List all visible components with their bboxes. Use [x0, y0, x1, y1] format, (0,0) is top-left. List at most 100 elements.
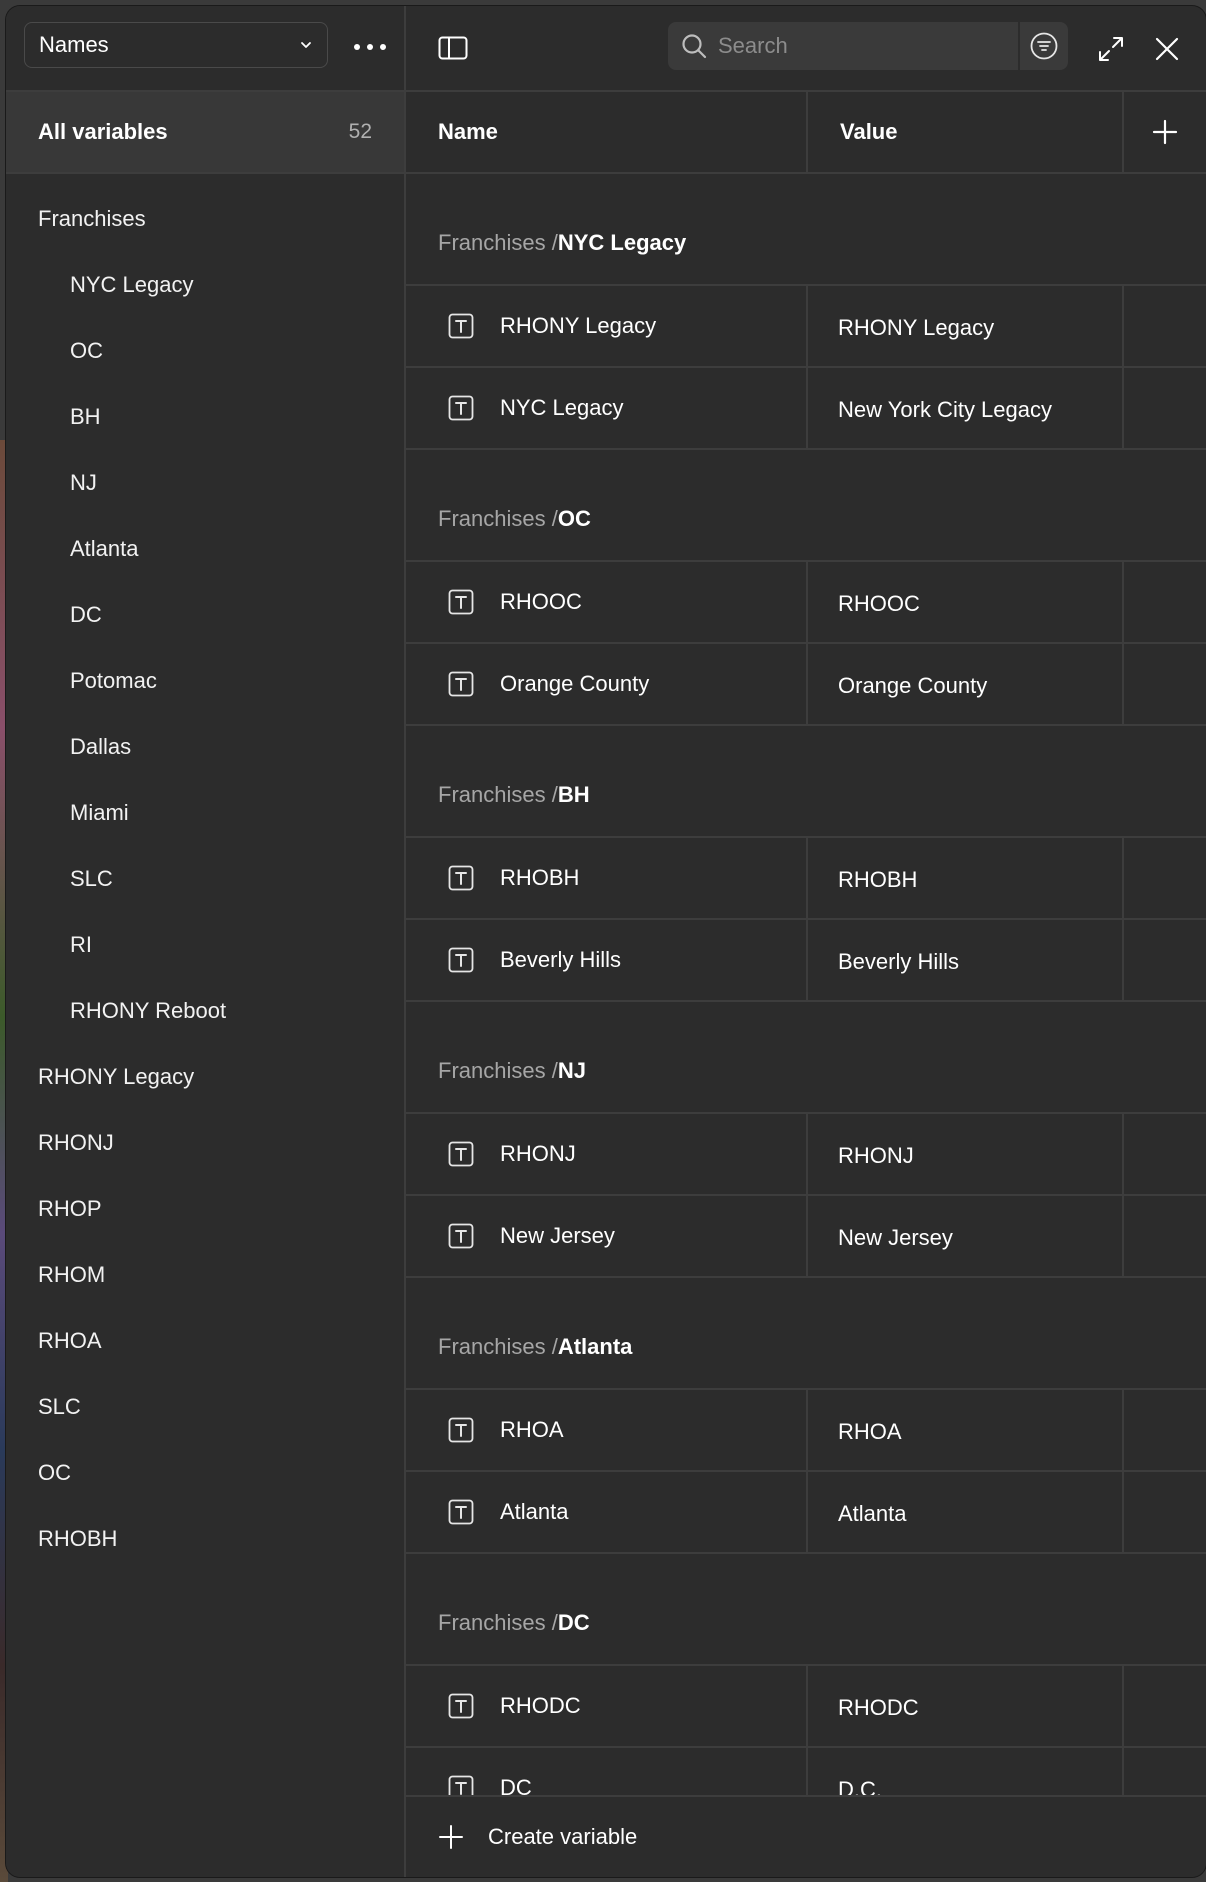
variable-row[interactable]: Atlanta Atlanta — [406, 1472, 1206, 1554]
variable-name: Orange County — [500, 671, 650, 696]
sidebar-group-label: Miami — [70, 800, 129, 825]
variable-name-cell[interactable]: RHONJ — [406, 1114, 808, 1194]
variable-name: New Jersey — [500, 1223, 615, 1248]
sidebar-group-item[interactable]: Atlanta — [6, 516, 404, 582]
variable-value-cell[interactable]: New Jersey — [808, 1196, 1124, 1276]
all-variables-item[interactable]: All variables 52 — [6, 92, 404, 174]
sidebar-header: Names — [6, 6, 404, 92]
sidebar-group-item[interactable]: RHOM — [6, 1242, 404, 1308]
sidebar-group-label: RI — [70, 932, 92, 957]
collection-select[interactable]: Names — [24, 22, 328, 68]
text-type-icon — [448, 947, 474, 973]
sidebar-group-item[interactable]: RHONJ — [6, 1110, 404, 1176]
group-path: Franchises / — [438, 1058, 558, 1083]
plus-icon — [439, 1825, 463, 1849]
variable-name: RHONJ — [500, 1141, 576, 1166]
variable-name-cell[interactable]: Beverly Hills — [406, 920, 808, 1000]
sidebar-group-item[interactable]: Franchises — [6, 186, 404, 252]
variable-value-cell[interactable]: RHODC — [808, 1666, 1124, 1746]
variable-name-cell[interactable]: Orange County — [406, 644, 808, 724]
group-path: Franchises / — [438, 782, 558, 807]
variable-value-cell[interactable]: Atlanta — [808, 1472, 1124, 1552]
variable-row[interactable]: RHODC RHODC — [406, 1666, 1206, 1748]
text-type-icon — [448, 313, 474, 339]
search-bar[interactable]: Search — [668, 22, 1068, 70]
sidebar-group-item[interactable]: RHOP — [6, 1176, 404, 1242]
sidebar-group-item[interactable]: RHONY Reboot — [6, 978, 404, 1044]
ellipsis-icon — [354, 44, 386, 50]
variable-value-cell[interactable]: RHOA — [808, 1390, 1124, 1470]
variable-row[interactable]: New Jersey New Jersey — [406, 1196, 1206, 1278]
sidebar-group-item[interactable]: RHOA — [6, 1308, 404, 1374]
variable-name-cell[interactable]: DC — [406, 1748, 808, 1800]
variable-value-cell[interactable]: RHOOC — [808, 562, 1124, 642]
sidebar-group-item[interactable]: RI — [6, 912, 404, 978]
variable-name-cell[interactable]: RHONY Legacy — [406, 286, 808, 366]
sidebar-group-item[interactable]: DC — [6, 582, 404, 648]
create-variable-button[interactable]: Create variable — [406, 1795, 1206, 1877]
sidebar-group-item[interactable]: OC — [6, 1440, 404, 1506]
filter-button[interactable] — [1020, 22, 1068, 70]
sidebar-group-label: Dallas — [70, 734, 132, 759]
variable-extra-cell — [1124, 1748, 1206, 1800]
sidebar-group-label: OC — [38, 1460, 71, 1485]
variable-row[interactable]: RHONJ RHONJ — [406, 1114, 1206, 1196]
sidebar-group-label: RHOA — [38, 1328, 102, 1353]
search-input[interactable]: Search — [718, 33, 1018, 59]
variable-name-cell[interactable]: RHOOC — [406, 562, 808, 642]
variable-name: RHONY Legacy — [500, 313, 657, 338]
variable-name-cell[interactable]: RHOA — [406, 1390, 808, 1470]
sidebar-toggle-icon[interactable] — [438, 36, 468, 60]
sidebar-group-item[interactable]: BH — [6, 384, 404, 450]
expand-icon[interactable] — [1096, 34, 1126, 64]
variable-value-cell[interactable]: Beverly Hills — [808, 920, 1124, 1000]
sidebar: Names All variables 52 Franchises NYC Leg… — [6, 6, 406, 1877]
variable-row[interactable]: Orange County Orange County — [406, 644, 1206, 726]
more-options-button[interactable] — [350, 32, 390, 62]
variable-name-cell[interactable]: NYC Legacy — [406, 368, 808, 448]
sidebar-group-item[interactable]: SLC — [6, 846, 404, 912]
variable-name-cell[interactable]: RHOBH — [406, 838, 808, 918]
sidebar-group-label: RHOBH — [38, 1526, 118, 1551]
sidebar-group-label: RHOP — [38, 1196, 102, 1221]
variable-name-cell[interactable]: RHODC — [406, 1666, 808, 1746]
variable-extra-cell — [1124, 1390, 1206, 1470]
variable-row[interactable]: DC D.C. — [406, 1748, 1206, 1800]
variable-row[interactable]: RHOA RHOA — [406, 1390, 1206, 1472]
variable-row[interactable]: RHOOC RHOOC — [406, 562, 1206, 644]
sidebar-group-item[interactable]: SLC — [6, 1374, 404, 1440]
text-type-icon — [448, 1141, 474, 1167]
variable-name-cell[interactable]: Atlanta — [406, 1472, 808, 1552]
sidebar-group-item[interactable]: RHOBH — [6, 1506, 404, 1572]
variable-value-cell[interactable]: RHONY Legacy — [808, 286, 1124, 366]
variable-extra-cell — [1124, 838, 1206, 918]
variable-value-cell[interactable]: RHONJ — [808, 1114, 1124, 1194]
variable-value-cell[interactable]: New York City Legacy — [808, 368, 1124, 448]
sidebar-group-item[interactable]: Miami — [6, 780, 404, 846]
variables-window: Names All variables 52 Franchises NYC Leg… — [6, 6, 1206, 1877]
variable-row[interactable]: NYC Legacy New York City Legacy — [406, 368, 1206, 450]
plus-icon — [1152, 119, 1178, 145]
sidebar-group-item[interactable]: OC — [6, 318, 404, 384]
group-list: Franchises NYC Legacy OC BH NJ Atlanta DC Potom… — [6, 174, 404, 1572]
close-icon[interactable] — [1152, 34, 1182, 64]
variable-name: RHOOC — [500, 589, 582, 614]
sidebar-group-item[interactable]: Potomac — [6, 648, 404, 714]
sidebar-group-item[interactable]: NJ — [6, 450, 404, 516]
sidebar-group-item[interactable]: Dallas — [6, 714, 404, 780]
variable-name-cell[interactable]: New Jersey — [406, 1196, 808, 1276]
variable-row[interactable]: RHONY Legacy RHONY Legacy — [406, 286, 1206, 368]
variable-row[interactable]: Beverly Hills Beverly Hills — [406, 920, 1206, 1002]
sidebar-group-item[interactable]: RHONY Legacy — [6, 1044, 404, 1110]
variable-value-cell[interactable]: RHOBH — [808, 838, 1124, 918]
variable-row[interactable]: RHOBH RHOBH — [406, 838, 1206, 920]
variable-extra-cell — [1124, 1114, 1206, 1194]
variable-value-cell[interactable]: Orange County — [808, 644, 1124, 724]
variable-value-cell[interactable]: D.C. — [808, 1748, 1124, 1800]
group-section-header: Franchises / DC — [406, 1554, 1206, 1666]
sidebar-group-item[interactable]: NYC Legacy — [6, 252, 404, 318]
variable-extra-cell — [1124, 1472, 1206, 1552]
text-type-icon — [448, 671, 474, 697]
add-mode-button[interactable] — [1124, 92, 1206, 172]
group-path: Franchises / — [438, 230, 558, 255]
